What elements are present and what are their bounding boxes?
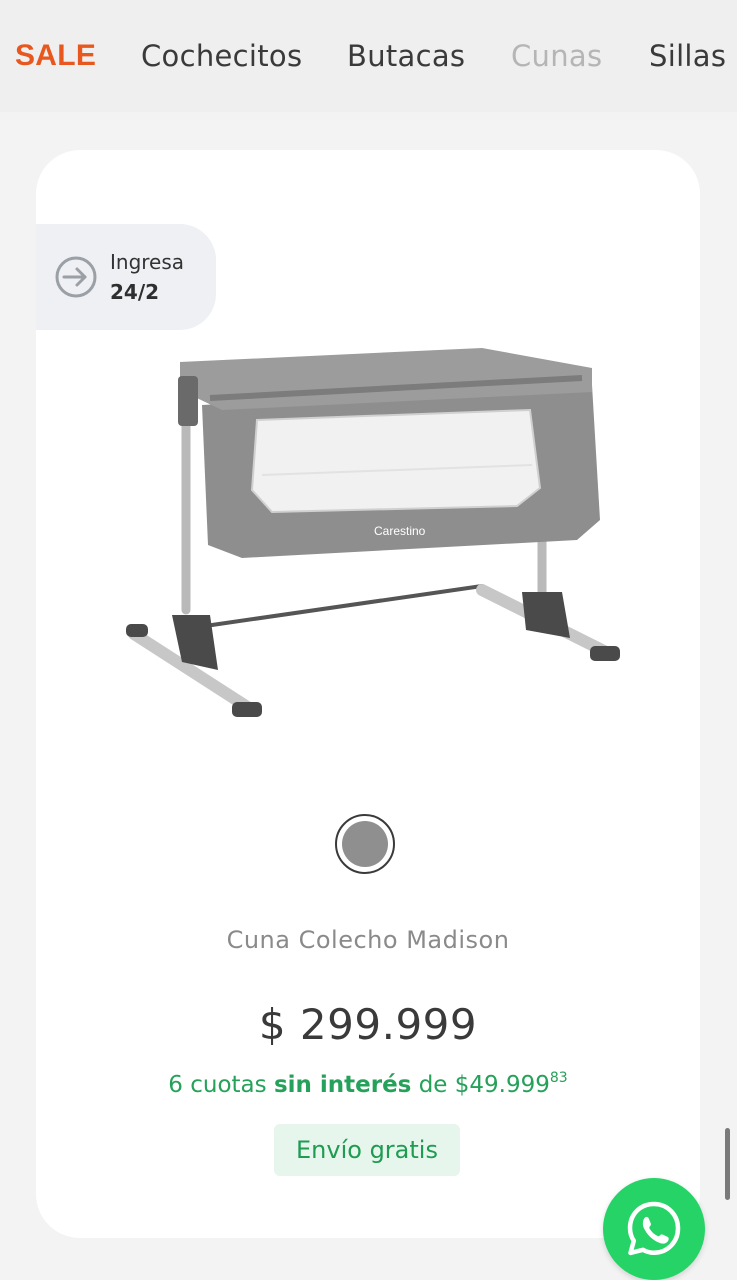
product-image[interactable]: Carestino — [122, 340, 622, 730]
nav-item-butacas[interactable]: Butacas — [347, 36, 465, 76]
arrival-date: 24/2 — [110, 280, 160, 304]
free-shipping-badge: Envío gratis — [274, 1124, 460, 1176]
nav-item-sale[interactable]: SALE — [15, 36, 96, 76]
whatsapp-icon — [627, 1201, 681, 1256]
whatsapp-button[interactable] — [603, 1178, 705, 1280]
crib-feet — [126, 592, 620, 717]
scrollbar[interactable] — [725, 1128, 730, 1200]
arrival-badge: Ingresa 24/2 — [36, 224, 216, 330]
nav-item-cochecitos[interactable]: Cochecitos — [141, 36, 302, 76]
nav-item-cunas[interactable]: Cunas — [511, 36, 602, 76]
nav-item-sillas[interactable]: Sillas — [649, 36, 726, 76]
arrow-right-circle-icon — [55, 256, 97, 298]
product-price: $ 299.999 — [258, 1000, 478, 1049]
color-swatch-gray[interactable] — [335, 814, 395, 874]
installments-info: 6 cuotas sin interés de $49.99983 — [168, 1070, 568, 1098]
brand-print: Carestino — [374, 524, 426, 538]
product-card[interactable]: Ingresa 24/2 Carestino Cuna Colecho Madi… — [36, 150, 700, 1238]
category-nav: SALE Cochecitos Butacas Cunas Sillas — [0, 0, 737, 112]
arrival-label: Ingresa — [110, 250, 185, 274]
crib-mesh-window — [250, 408, 542, 514]
product-name[interactable]: Cuna Colecho Madison — [36, 926, 700, 954]
interest-free-label: sin interés — [273, 1072, 412, 1098]
